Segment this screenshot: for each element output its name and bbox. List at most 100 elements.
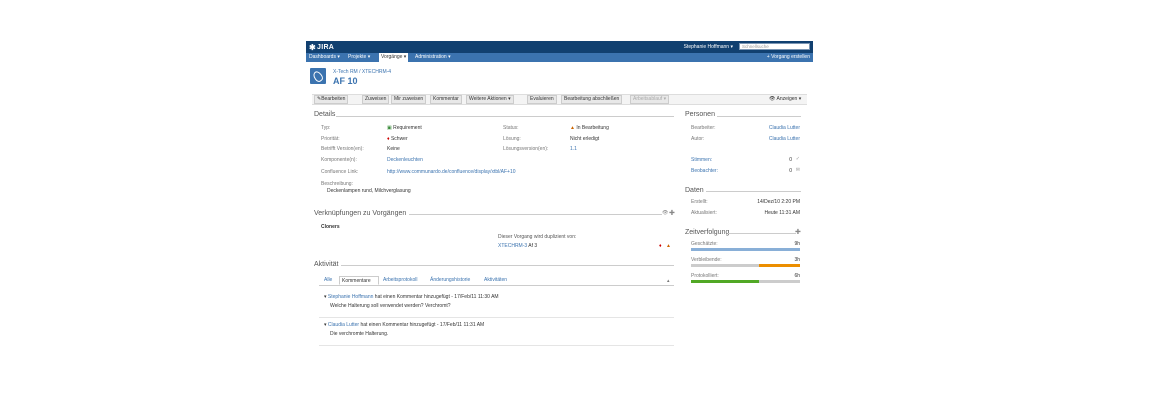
tab-worklog[interactable]: Arbeitsprotokoll — [381, 276, 419, 285]
confluence-link[interactable]: http://www.communardo.de/confluence/disp… — [387, 169, 516, 175]
watch-icon[interactable]: ✉ — [796, 167, 800, 173]
more-actions-button[interactable]: Weitere Aktionen ▾ — [466, 95, 514, 104]
nav-projects[interactable]: Projekte ▾ — [346, 53, 372, 62]
vote-icon[interactable]: ✓ — [796, 156, 800, 162]
reporter-label: Autor: — [691, 136, 705, 142]
remaining-value: 3h — [794, 257, 800, 263]
link-relation-text: Dieser Vorgang wird duplizient von: — [498, 234, 577, 240]
cloners-heading: Cloners — [321, 224, 340, 230]
collapse-icon[interactable]: ▾ — [324, 322, 327, 328]
people-heading: Personen — [685, 111, 715, 118]
versions-label: Betrifft Version(en): — [321, 146, 364, 152]
evaluate-button[interactable]: Evaluieren — [527, 95, 557, 104]
resolution-label: Lösung: — [503, 136, 521, 142]
estimated-fill — [691, 248, 800, 251]
components-link[interactable]: Deckenleuchten — [387, 157, 423, 163]
assign-me-button[interactable]: Mir zuweisen — [391, 95, 427, 104]
logo-icon: ✱ — [309, 42, 317, 52]
quick-search-input[interactable]: Schnellsuche — [739, 43, 810, 50]
logged-value: 6h — [794, 273, 800, 279]
sort-icon[interactable]: ▴ — [667, 278, 670, 284]
priority-icon: ♦ — [387, 136, 390, 142]
dates-divider — [706, 191, 801, 192]
status-icon: ▲ — [570, 125, 575, 131]
links-view-icon[interactable]: 👁 — [662, 210, 668, 216]
time-tracking-heading: Zeitverfolgung — [685, 229, 730, 236]
view-button[interactable]: 👁 Anzeigen ▾ — [767, 95, 803, 104]
add-link-icon[interactable]: ✚ — [669, 209, 675, 217]
main-nav: Dashboards ▾ Projekte ▾ Vorgänge ▾ Admin… — [306, 53, 813, 62]
created-value: 14/Dez/10 2:20 PM — [757, 199, 800, 205]
updated-value: Heute 11:31 AM — [764, 210, 801, 216]
activity-divider — [341, 265, 674, 266]
logged-label: Protokolliert: — [691, 273, 719, 279]
tabs-divider — [319, 285, 674, 286]
comment-2-author[interactable]: Claudia Lutter — [328, 322, 359, 328]
tab-all[interactable]: Alle — [322, 276, 334, 285]
jira-window: ✱ JIRA Stephanie Hoffmann ▾ Schnellsuche … — [306, 41, 813, 359]
requirement-icon: ▣ — [387, 125, 392, 131]
lamp-icon — [311, 69, 325, 84]
estimated-bar — [691, 248, 800, 251]
eye-icon: 👁 — [769, 96, 776, 102]
watchers-link[interactable]: Beobachter: — [691, 168, 718, 174]
edit-button[interactable]: ✎Bearbeiten — [314, 95, 349, 104]
project-avatar[interactable] — [310, 68, 326, 84]
votes-link[interactable]: Stimmen: — [691, 157, 712, 163]
description-value: Deckenlampen rund, Milchverglasung — [327, 188, 411, 194]
linked-priority-icon: ♦ — [659, 243, 662, 249]
remaining-bar — [691, 264, 800, 267]
fix-version-label: Lösungsversion(en): — [503, 146, 549, 152]
created-label: Erstellt: — [691, 199, 708, 205]
comment-1-body: Welche Halterung soll verwendet werden? … — [330, 303, 451, 309]
assign-button[interactable]: Zuweisen — [362, 95, 390, 104]
description-label: Beschreibung: — [321, 181, 353, 187]
comment-button[interactable]: Kommentar — [430, 95, 462, 104]
reporter-link[interactable]: Claudia Lutter — [769, 136, 800, 142]
votes-count: 0 — [789, 157, 792, 163]
collapse-icon[interactable]: ▾ — [324, 294, 327, 300]
links-heading: Verknüpfungen zu Vorgängen — [314, 210, 407, 217]
linked-issue-link[interactable]: XTECHRM-3 — [498, 243, 527, 249]
workflow-button[interactable]: Arbeitsablauf ▾ — [630, 95, 670, 104]
comment-divider — [319, 345, 674, 346]
updated-label: Aktualisiert: — [691, 210, 717, 216]
comment-1-author[interactable]: Stephanie Hoffmann — [328, 294, 374, 300]
people-divider — [717, 116, 801, 117]
top-header: ✱ JIRA Stephanie Hoffmann ▾ Schnellsuche — [306, 41, 813, 53]
issue-title: AF 10 — [333, 76, 358, 86]
breadcrumb[interactable]: X-Tech RM / XTECHRM-4 — [333, 69, 391, 75]
links-divider — [409, 214, 662, 215]
comment-2-header: ▾ Claudia Lutter hat einen Kommentar hin… — [324, 322, 485, 328]
fix-version-value[interactable]: 1.1 — [570, 146, 577, 152]
remaining-fill — [759, 264, 800, 267]
comment-2-body: Die verchromte Halterung. — [330, 331, 389, 337]
assignee-link[interactable]: Claudia Lutter — [769, 125, 800, 131]
user-menu[interactable]: Stephanie Hoffmann ▾ — [684, 44, 733, 50]
priority-label: Priorität: — [321, 136, 340, 142]
comment-divider — [319, 317, 674, 318]
nav-administration[interactable]: Administration ▾ — [413, 53, 453, 62]
nav-dashboards[interactable]: Dashboards ▾ — [307, 53, 342, 62]
logged-bar — [691, 280, 800, 283]
type-label: Typ: — [321, 125, 331, 131]
remaining-label: Verbleibende: — [691, 257, 722, 263]
jira-logo[interactable]: ✱ JIRA — [309, 42, 334, 52]
linked-status-icon: ▲ — [666, 243, 671, 249]
dates-heading: Daten — [685, 187, 704, 194]
assignee-label: Bearbeiter: — [691, 125, 716, 131]
activity-heading: Aktivität — [314, 261, 339, 268]
log-work-icon[interactable]: ✚ — [795, 228, 801, 236]
chevron-down-icon: ▾ — [730, 44, 733, 50]
status-value: ▲ In Bearbeitung — [570, 125, 609, 131]
watchers-count: 0 — [789, 168, 792, 174]
linked-issue: XTECHRM-3 Af 3 — [498, 243, 538, 249]
tab-history[interactable]: Änderungshistorie — [428, 276, 472, 285]
nav-issues[interactable]: Vorgänge ▾ — [379, 53, 409, 62]
logged-fill — [691, 280, 760, 283]
finish-button[interactable]: Bearbeitung abschließen — [561, 95, 623, 104]
tab-activity[interactable]: Aktivitäten — [482, 276, 509, 285]
create-issue-link[interactable]: + Vorgang erstellen — [767, 53, 810, 62]
tab-comments[interactable]: Kommentare — [339, 276, 379, 285]
estimated-label: Geschätzte: — [691, 241, 718, 247]
